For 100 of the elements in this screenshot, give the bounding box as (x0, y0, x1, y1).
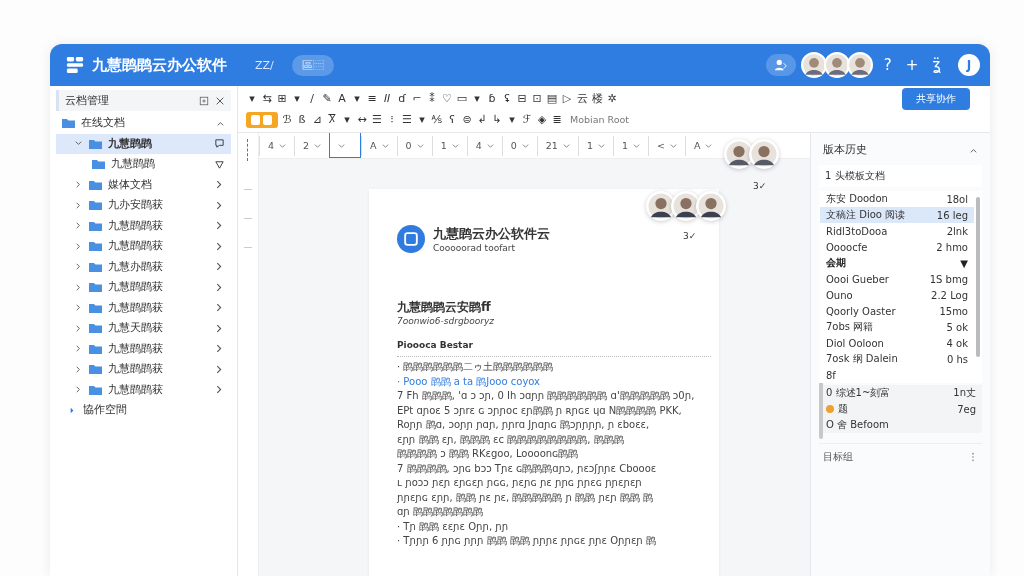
font-dropdown[interactable]: Mobian Root (570, 114, 630, 125)
toolbar-button[interactable]: ≡ (366, 92, 378, 105)
toolbar-button[interactable]: A (336, 92, 348, 105)
toolbar-button[interactable]: ▾ (341, 113, 353, 126)
recent-item[interactable]: 题 7eg (819, 401, 982, 417)
toolbar-button[interactable]: ▷ (561, 92, 573, 105)
ruler-dropdown[interactable]: 0 (396, 135, 432, 156)
tree-item[interactable]: 九慧鹍鹍获 (56, 379, 231, 400)
toolbar-button[interactable]: ⁝ (386, 113, 398, 126)
toolbar-button[interactable]: 云 (576, 91, 588, 106)
tree-item[interactable]: 九慧鹍鹍获 (56, 236, 231, 257)
ruler-dropdown[interactable]: A (361, 135, 397, 156)
toolbar-button[interactable]: ⁑ (426, 92, 438, 105)
toolbar-button[interactable]: ▾ (351, 92, 363, 105)
tree-item[interactable]: 媒体文档 (56, 174, 231, 195)
tree-item[interactable]: 九慧鹍鹍 (56, 133, 231, 154)
version-item[interactable]: 7obs 网籍 5 ok (819, 319, 974, 335)
tree-item[interactable]: 九慧鹍鹍获 (56, 277, 231, 298)
toolbar-button[interactable]: ɓ (486, 92, 498, 105)
toolbar-button[interactable]: ⊡ (531, 92, 543, 105)
toolbar-button[interactable]: ♡ (441, 92, 453, 105)
ruler-dropdown[interactable]: 21 (536, 135, 578, 156)
header-action[interactable]: ʓ̈ (929, 56, 944, 74)
toolbar-button[interactable]: ▤ (546, 92, 558, 105)
toolbar-button[interactable]: ✎ (321, 92, 333, 105)
avatar-icon[interactable] (696, 191, 726, 221)
ruler-dropdown[interactable]: 4 (466, 135, 502, 156)
toolbar-button[interactable]: ℬ (281, 113, 293, 126)
tree-item[interactable]: 九慧鹍鹍获 (56, 215, 231, 236)
avatar-icon[interactable] (846, 52, 873, 78)
toolbar-button[interactable]: ⌐ (411, 92, 423, 105)
recent-item[interactable]: O 舍 Befoom (819, 417, 982, 433)
toolbar-button[interactable]: ʕ (446, 113, 458, 126)
ruler-dropdown[interactable]: A (684, 135, 721, 156)
version-item[interactable]: Oooi Gueber 1S bmg (819, 271, 974, 287)
toolbar-button[interactable]: ɗ (396, 92, 408, 105)
version-item[interactable]: 8f (819, 367, 974, 383)
toolbar-button[interactable]: ⊜ (461, 113, 473, 126)
toolbar-button[interactable]: ▾ (416, 113, 428, 126)
current-version[interactable]: 1 头模板文档 (819, 165, 982, 187)
tree-item[interactable]: 九慧办鹍获 (56, 256, 231, 277)
version-item[interactable]: Ridl3toDooa 2lnk (819, 223, 974, 239)
share-button[interactable]: 共享协作 (902, 87, 970, 110)
recent-item[interactable]: 0 综述1~刻富 1n丈 (819, 385, 982, 401)
toolbar-button[interactable]: ʢ (501, 92, 513, 105)
toolbar-button[interactable]: ß (296, 113, 308, 126)
toolbar-button[interactable]: ▭ (456, 92, 468, 105)
toolbar-button[interactable]: ✲ (606, 92, 618, 105)
toolbar-button[interactable]: ▾ (246, 92, 258, 105)
ruler-dropdown[interactable]: 1 (612, 135, 648, 156)
tree-item[interactable]: 九慧鹍鹍获 (56, 297, 231, 318)
toolbar-button[interactable]: ▾ (471, 92, 483, 105)
toolbar-button[interactable]: ◈ (536, 113, 548, 126)
toolbar-button[interactable]: Ⴟ (326, 113, 338, 126)
header-action[interactable]: ? (880, 56, 895, 74)
ruler-dropdown[interactable]: 1 (577, 135, 613, 156)
version-item[interactable]: Qoorly Oaster 15mo (819, 303, 974, 319)
toolbar-button[interactable]: ⊞ (276, 92, 288, 105)
people-icon[interactable] (773, 58, 788, 72)
toolbar-button[interactable]: ▾ (291, 92, 303, 105)
ruler-dropdown[interactable]: < (647, 135, 685, 156)
close-icon[interactable] (215, 95, 225, 106)
ruler-dropdown[interactable] (329, 133, 362, 158)
toolbar-button[interactable]: ≣ (551, 113, 563, 126)
expand-icon[interactable] (199, 95, 209, 106)
toolbar-button[interactable]: ↲ (476, 113, 488, 126)
toolbar-button[interactable]: ☰ (371, 113, 383, 126)
tree-item[interactable]: 在线文档 (56, 113, 231, 134)
version-item[interactable]: Oooocfe 2 hmo (819, 239, 974, 255)
toolbar-button[interactable]: ↔ (356, 113, 368, 126)
avatar-icon[interactable] (800, 52, 827, 78)
toolbar-button[interactable]: ⅍ (431, 113, 443, 126)
header-action[interactable]: + (902, 56, 922, 74)
tree-item[interactable]: 九慧鹍鹍 (56, 154, 231, 175)
toolbar-button[interactable]: 楼 (591, 91, 603, 106)
toolbar-button[interactable]: ▾ (506, 113, 518, 126)
toolbar-button[interactable]: ⊿ (311, 113, 323, 126)
comment-icon[interactable] (214, 138, 225, 150)
user-avatar[interactable]: J (958, 54, 980, 76)
avatar-icon[interactable] (823, 52, 850, 78)
tree-item[interactable]: 九办安鹍获 (56, 195, 231, 216)
tree-item[interactable]: 九慧天鹍获 (56, 318, 231, 339)
version-item[interactable]: 文稿注 Dioo 阅读 16 leg (819, 207, 974, 223)
tree-item[interactable]: 九慧鹍鹍获 (56, 359, 231, 380)
toolbar-button[interactable]: ↳ (491, 113, 503, 126)
toolbar-button[interactable]: ☰ (401, 113, 413, 126)
ruler-dropdown[interactable]: 2 (294, 135, 330, 156)
toolbar-button[interactable]: / (306, 92, 318, 105)
toolbar-button[interactable]: 𝐼𝐼 (381, 92, 393, 105)
toolbar-button[interactable]: ℱ (521, 113, 533, 126)
tree-item[interactable]: 協作空間 (56, 400, 231, 421)
link-text[interactable]: · Pooo 鹍鹍 a ta 鹍Jooo coyox (397, 374, 711, 389)
toolbar-button[interactable]: ⊟ (516, 92, 528, 105)
version-item[interactable]: 7osk 纲 Dalein 0 hs (819, 351, 974, 367)
ruler-dropdown[interactable]: 0 (501, 135, 537, 156)
version-item[interactable]: 会期 ▼ (819, 255, 974, 271)
version-item[interactable]: Ouno 2.2 Log (819, 287, 974, 303)
ruler-dropdown[interactable]: 4 (259, 135, 295, 156)
avatar-icon[interactable] (749, 139, 779, 169)
version-item[interactable]: Diol Ooloon 4 ok (819, 335, 974, 351)
